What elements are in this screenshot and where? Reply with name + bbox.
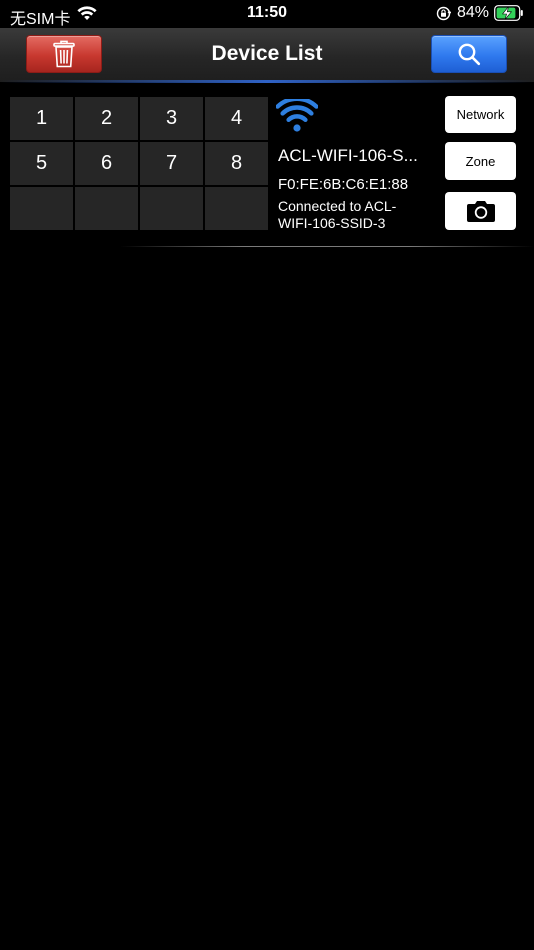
zone-cell-1[interactable]: 1 [10,97,73,140]
device-name: ACL-WIFI-106-S... [278,146,418,165]
zone-cell-7[interactable]: 7 [140,142,203,185]
nav-bar: Device List [0,28,534,83]
zone-grid: 1 2 3 4 5 6 7 8 [10,97,268,231]
zone-cell-empty [205,187,268,230]
zone-cell-8[interactable]: 8 [205,142,268,185]
zone-cell-6[interactable]: 6 [75,142,138,185]
zone-cell-5[interactable]: 5 [10,142,73,185]
orientation-lock-icon [436,6,451,20]
search-icon [458,43,481,66]
zone-cell-2[interactable]: 2 [75,97,138,140]
row-divider [120,246,534,247]
wifi-signal-icon [276,99,318,132]
search-button[interactable] [431,35,507,73]
zone-button[interactable]: Zone [445,142,516,180]
zone-cell-empty [10,187,73,230]
device-mac-address: F0:FE:6B:C6:E1:88 [278,176,409,193]
zone-cell-3[interactable]: 3 [140,97,203,140]
status-bar: 无SIM卡 11:50 84% [0,0,534,28]
battery-charging-icon [494,5,523,21]
device-connection-status: Connected to ACL-WIFI-106-SSID-3 [278,198,397,231]
zone-cell-empty [75,187,138,230]
status-right: 84% [436,4,524,22]
zone-cell-empty [140,187,203,230]
battery-percent: 84% [456,4,489,21]
camera-icon [466,201,495,222]
camera-button[interactable] [445,192,516,230]
zone-cell-4[interactable]: 4 [205,97,268,140]
network-button[interactable]: Network [445,96,516,133]
device-row[interactable]: 1 2 3 4 5 6 7 8 ACL-WIFI-106-S... F0:FE:… [0,82,534,248]
